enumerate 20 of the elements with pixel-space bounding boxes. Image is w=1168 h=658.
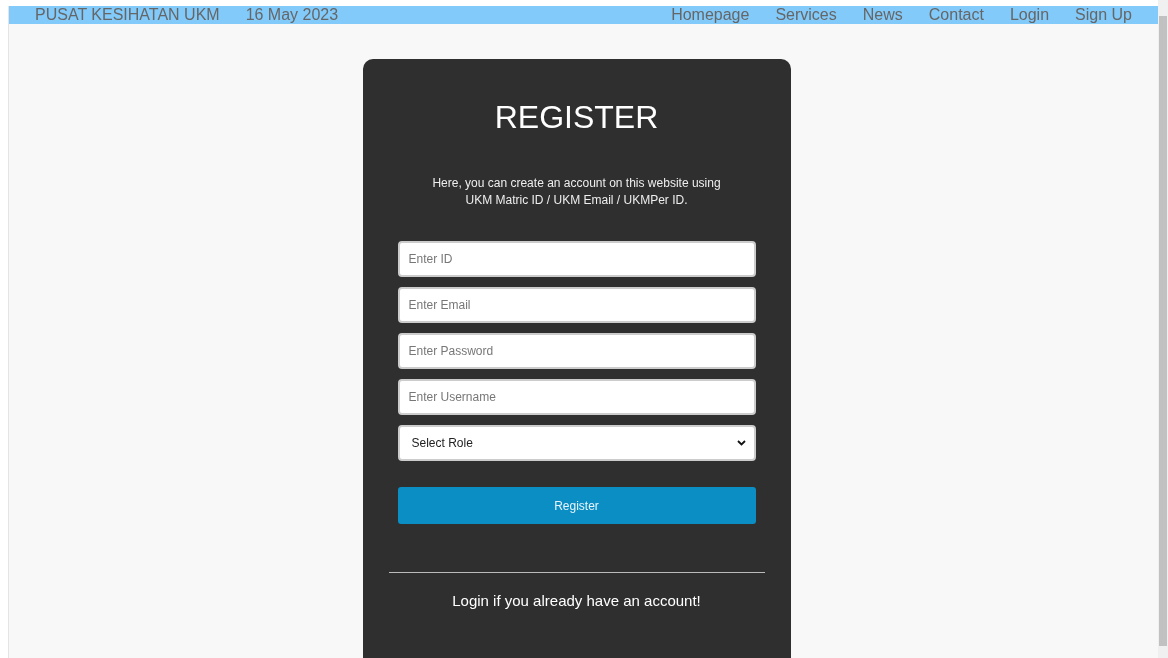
input-field[interactable]: Enter Password	[397, 333, 756, 369]
role-select[interactable]: Select Role	[397, 425, 756, 461]
input-field[interactable]: Enter Username	[397, 379, 756, 415]
input-field[interactable]: Enter Email	[397, 287, 756, 323]
chevron-down-icon	[736, 440, 746, 446]
brand-name: PUSAT KESIHATAN UKM	[35, 6, 220, 24]
login-prompt: Login if you already have an account!	[452, 592, 701, 609]
description-text: UKM Matric ID / UKM Email / UKMPer ID.	[465, 193, 688, 207]
description-text: Here, you can create an account on this website using	[432, 176, 721, 190]
nav-link[interactable]: Login	[1009, 6, 1050, 24]
input-field[interactable]: Enter ID	[397, 241, 756, 277]
register-button[interactable]: Register	[397, 487, 756, 524]
register-title: REGISTER	[494, 99, 659, 136]
nav-link[interactable]: Sign Up	[1075, 6, 1132, 24]
nav-link[interactable]: News	[862, 6, 903, 24]
nav-link[interactable]: Homepage	[671, 6, 750, 24]
current-date: 16 May 2023	[245, 6, 339, 24]
nav-link[interactable]: Services	[775, 6, 837, 24]
nav-link[interactable]: Contact	[928, 6, 984, 24]
scrollbar[interactable]	[1158, 0, 1168, 658]
